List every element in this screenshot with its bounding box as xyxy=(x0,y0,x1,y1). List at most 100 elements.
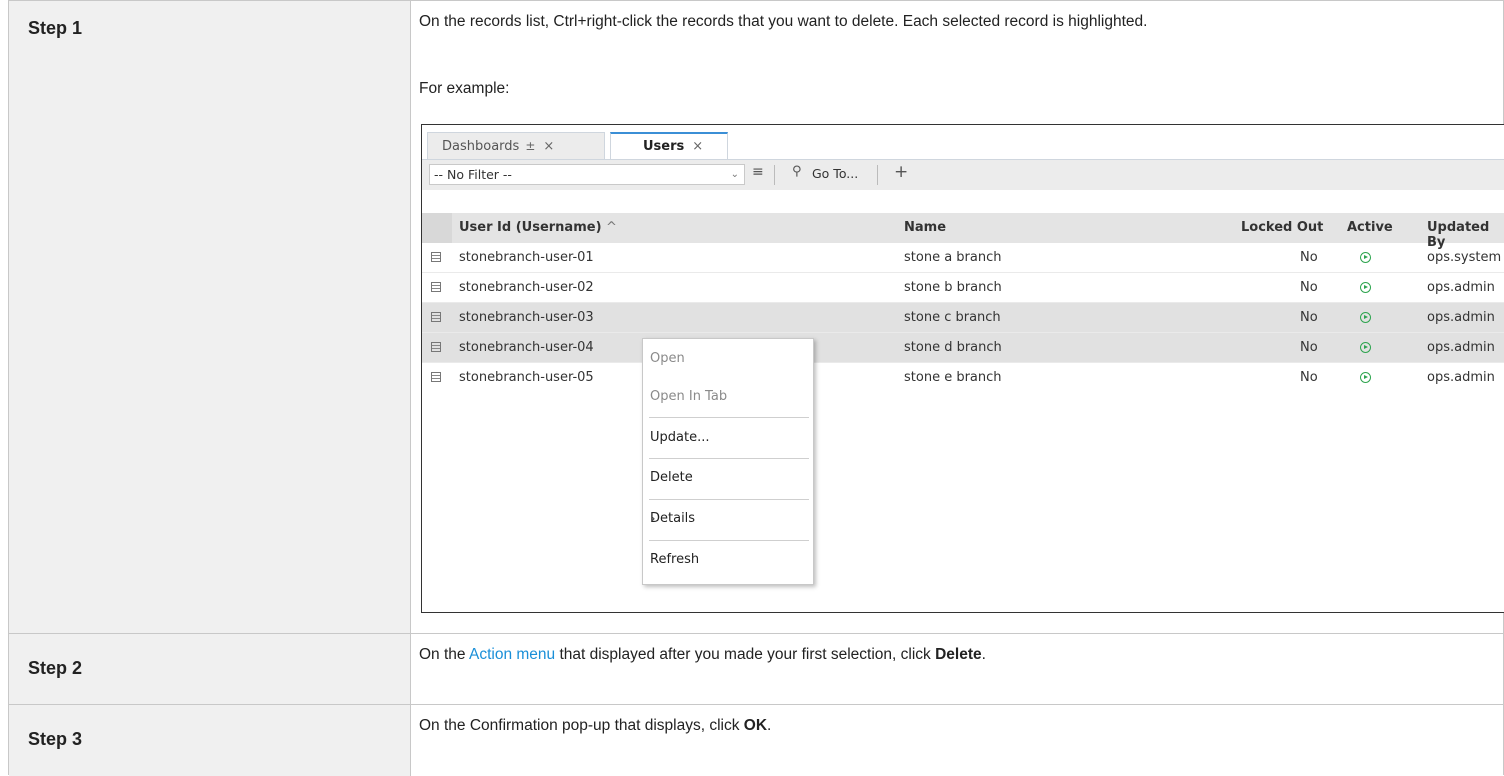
toolbar-divider xyxy=(774,165,775,185)
record-icon[interactable] xyxy=(431,252,441,262)
cell-name: stone e branch xyxy=(904,370,1002,385)
chevron-down-icon: ⌄ xyxy=(730,169,739,180)
column-header-locked-out[interactable]: Locked Out xyxy=(1241,220,1323,235)
step-label: Step 3 xyxy=(28,729,83,749)
toolbar-divider xyxy=(877,165,878,185)
menu-divider xyxy=(649,458,809,459)
table-row[interactable]: stonebranch-user-01 stone a branch No op… xyxy=(422,243,1504,273)
step-label: Step 1 xyxy=(28,18,83,38)
cell-name: stone a branch xyxy=(904,250,1002,265)
cell-locked-out: No xyxy=(1300,250,1318,265)
cell-user-id: stonebranch-user-05 xyxy=(459,370,594,385)
menu-item-open[interactable]: Open xyxy=(649,341,811,379)
cell-user-id: stonebranch-user-03 xyxy=(459,310,594,325)
step-content: On the Confirmation pop-up that displays… xyxy=(412,705,1503,776)
menu-divider xyxy=(649,499,809,500)
step-cell: Step 2 xyxy=(9,634,411,705)
menu-item-label: Update... xyxy=(650,430,710,445)
menu-item-label: Open In Tab xyxy=(650,389,728,404)
step-content: On the Action menu that displayed after … xyxy=(412,634,1503,705)
text-segment: . xyxy=(767,717,772,734)
active-play-icon xyxy=(1360,312,1371,323)
cell-user-id: stonebranch-user-04 xyxy=(459,340,594,355)
menu-item-label: Delete xyxy=(650,470,693,485)
active-play-icon xyxy=(1360,372,1371,383)
tab-bar: Dashboards ± × Users × xyxy=(422,125,1504,159)
filter-value: -- No Filter -- xyxy=(434,167,512,182)
tab-label: Dashboards xyxy=(442,138,520,154)
row-handle-header xyxy=(422,213,452,243)
step-row-3: Step 3 On the Confirmation pop-up that d… xyxy=(9,704,1503,776)
active-play-icon xyxy=(1360,282,1371,293)
table-row[interactable]: stonebranch-user-02 stone b branch No op… xyxy=(422,273,1504,303)
tab-dashboards[interactable]: Dashboards ± × xyxy=(427,132,605,159)
emphasis-delete: Delete xyxy=(935,646,982,663)
tab-users[interactable]: Users × xyxy=(610,132,728,159)
context-menu: Open Open In Tab Update... Delete Detail… xyxy=(642,338,814,585)
cell-name: stone d branch xyxy=(904,340,1002,355)
text-segment: On the xyxy=(419,646,469,663)
column-header-user-id[interactable]: User Id (Username) ^ xyxy=(459,220,617,235)
menu-item-delete[interactable]: Delete xyxy=(649,460,811,498)
table-row-selected[interactable]: stonebranch-user-03 stone c branch No op… xyxy=(422,303,1504,333)
step-instruction: On the Action menu that displayed after … xyxy=(419,646,986,664)
step-instruction: On the records list, Ctrl+right-click th… xyxy=(419,13,1148,30)
sort-asc-icon: ^ xyxy=(606,220,617,235)
menu-item-refresh[interactable]: Refresh xyxy=(649,542,811,580)
column-header-name[interactable]: Name xyxy=(904,220,946,235)
cell-updated-by: ops.system xyxy=(1427,250,1502,265)
cell-updated-by: ops.admin xyxy=(1427,370,1495,385)
text-segment: On the Confirmation pop-up that displays… xyxy=(419,717,744,734)
cell-updated-by: ops.admin xyxy=(1427,280,1495,295)
add-button[interactable]: + xyxy=(894,162,908,182)
menu-item-update[interactable]: Update... xyxy=(649,420,811,458)
cell-updated-by: ops.admin xyxy=(1427,310,1495,325)
chevron-right-icon: › xyxy=(650,511,656,527)
tab-label: Users xyxy=(643,139,685,154)
close-icon[interactable]: × xyxy=(543,139,554,154)
text-segment: . xyxy=(981,646,986,663)
menu-item-details[interactable]: Details › xyxy=(649,501,811,539)
menu-item-label: Open xyxy=(650,351,685,366)
step-instruction: On the Confirmation pop-up that displays… xyxy=(419,717,771,735)
filter-options-icon[interactable]: ≡ xyxy=(752,164,764,180)
record-icon[interactable] xyxy=(431,372,441,382)
cell-user-id: stonebranch-user-02 xyxy=(459,280,594,295)
record-icon[interactable] xyxy=(431,312,441,322)
cell-user-id: stonebranch-user-01 xyxy=(459,250,594,265)
step-cell: Step 1 xyxy=(9,1,411,634)
menu-divider xyxy=(649,417,809,418)
record-icon[interactable] xyxy=(431,282,441,292)
step-label: Step 2 xyxy=(28,658,83,678)
active-play-icon xyxy=(1360,342,1371,353)
cell-locked-out: No xyxy=(1300,310,1318,325)
grid-header: User Id (Username) ^ Name Locked Out Act… xyxy=(422,213,1504,250)
filter-select[interactable]: -- No Filter -- ⌄ xyxy=(429,164,745,185)
list-toolbar: -- No Filter -- ⌄ ≡ ⚲ Go To... + xyxy=(422,159,1504,190)
column-label: User Id (Username) xyxy=(459,220,602,235)
example-label: For example: xyxy=(419,80,510,97)
search-icon[interactable]: ⚲ xyxy=(792,164,802,179)
action-menu-link[interactable]: Action menu xyxy=(469,646,555,663)
text-segment: that displayed after you made your first… xyxy=(555,646,936,663)
close-icon[interactable]: × xyxy=(692,139,703,154)
menu-item-label: Refresh xyxy=(650,552,700,567)
pin-icon[interactable]: ± xyxy=(525,139,535,153)
emphasis-ok: OK xyxy=(743,717,768,734)
go-to-button[interactable]: Go To... xyxy=(812,166,858,181)
cell-name: stone b branch xyxy=(904,280,1002,295)
cell-locked-out: No xyxy=(1300,340,1318,355)
menu-item-open-in-tab[interactable]: Open In Tab xyxy=(649,379,811,417)
table-row[interactable]: stonebranch-user-05 stone e branch No op… xyxy=(422,363,1504,393)
table-row-selected[interactable]: stonebranch-user-04 stone d branch No op… xyxy=(422,333,1504,363)
cell-locked-out: No xyxy=(1300,280,1318,295)
cell-locked-out: No xyxy=(1300,370,1318,385)
example-screenshot: Dashboards ± × Users × -- No Filter -- ⌄… xyxy=(421,124,1504,613)
cell-name: stone c branch xyxy=(904,310,1001,325)
step-row-2: Step 2 On the Action menu that displayed… xyxy=(9,633,1503,705)
menu-divider xyxy=(649,540,809,541)
record-icon[interactable] xyxy=(431,342,441,352)
column-header-active[interactable]: Active xyxy=(1347,220,1393,235)
active-play-icon xyxy=(1360,252,1371,263)
cell-updated-by: ops.admin xyxy=(1427,340,1495,355)
